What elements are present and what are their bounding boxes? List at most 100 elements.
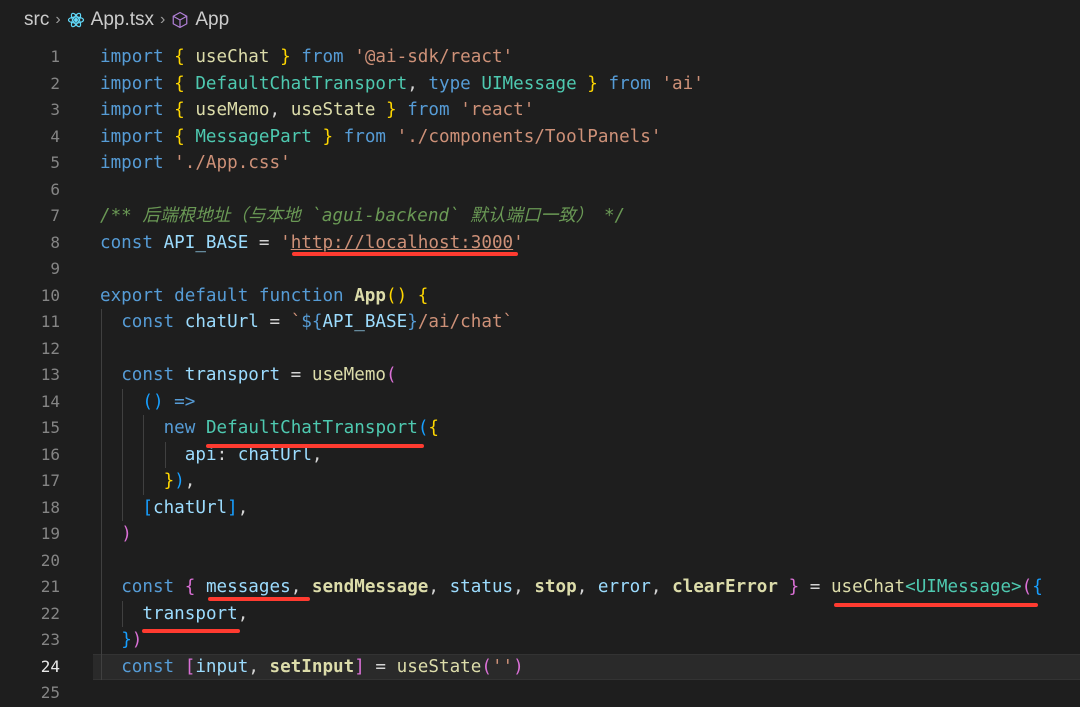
chevron-right-icon: › [160,11,166,28]
annotation-underline [292,252,518,256]
code-text[interactable]: }) [121,627,142,654]
line-number[interactable]: 6 [0,177,60,204]
code-text[interactable]: const chatUrl = `${API_BASE}/ai/chat` [121,309,513,336]
code-line[interactable]: 25 [0,680,1080,707]
code-text[interactable]: const [input, setInput] = useState('') [121,654,524,681]
code-token: sendMessage [311,577,429,597]
line-number[interactable]: 8 [0,230,60,257]
code-text[interactable]: new DefaultChatTransport({ [164,415,439,442]
code-token: ) [121,524,132,544]
code-token: ) [131,630,143,650]
line-number[interactable]: 23 [0,627,60,654]
line-number[interactable]: 20 [0,548,60,575]
code-line[interactable]: 6 [0,177,1080,204]
line-number[interactable]: 7 [0,203,60,230]
code-line[interactable]: 14 () => [0,389,1080,416]
code-token: , [248,656,270,677]
line-number[interactable]: 11 [0,309,60,336]
line-number[interactable]: 13 [0,362,60,389]
code-text[interactable]: () => [142,389,195,416]
code-token: ] [354,656,365,677]
line-number[interactable]: 17 [0,468,60,495]
code-line[interactable]: 9 [0,256,1080,283]
line-number[interactable]: 9 [0,256,60,283]
code-token: chatUrl [152,497,228,518]
code-line[interactable]: 19) [0,521,1080,548]
code-line[interactable]: 7 /** 后端根地址（与本地 `agui-backend` 默认端口一致） */ [0,203,1080,230]
code-line[interactable]: 2 import { DefaultChatTransport, type UIM… [0,71,1080,98]
line-number[interactable]: 2 [0,71,60,98]
code-line[interactable]: 8 const API_BASE = 'http://localhost:3000… [0,230,1080,257]
code-text[interactable]: import { useChat } from '@ai-sdk/react' [100,44,513,71]
code-line[interactable]: 15 new DefaultChatTransport({ [0,415,1080,442]
indent-guide [164,441,166,468]
line-number[interactable]: 10 [0,283,60,310]
code-text[interactable]: transport, [142,601,248,628]
breadcrumb-symbol[interactable]: App [195,9,229,31]
line-number[interactable]: 21 [0,574,60,601]
code-line[interactable]: 13 const transport = useMemo( [0,362,1080,389]
line-number[interactable]: 14 [0,389,60,416]
line-number[interactable]: 1 [0,44,60,71]
breadcrumb-file[interactable]: App.tsx [91,9,154,31]
line-number[interactable]: 24 [0,654,60,681]
code-line[interactable]: 21 const { messages, sendMessage, status,… [0,574,1080,601]
code-line[interactable]: 5 import './App.css' [0,150,1080,177]
code-text[interactable]: import { MessagePart } from './component… [100,124,661,151]
code-line[interactable]: 17}), [0,468,1080,495]
code-line[interactable]: 4 import { MessagePart } from './componen… [0,124,1080,151]
code-token: ] [227,497,238,518]
line-number[interactable]: 12 [0,336,60,363]
breadcrumb-folder[interactable]: src [24,9,49,31]
code-line[interactable]: 24 const [input, setInput] = useState('') [0,653,1080,681]
code-text[interactable]: import './App.css' [100,150,291,177]
line-number[interactable]: 16 [0,442,60,469]
code-text[interactable]: const transport = useMemo( [121,362,396,389]
code-token: from [608,73,651,94]
code-text[interactable]: /** 后端根地址（与本地 `agui-backend` 默认端口一致） */ [100,203,625,230]
line-number[interactable]: 22 [0,601,60,628]
code-line[interactable]: 12 [0,336,1080,363]
code-text[interactable]: [chatUrl], [142,495,248,522]
line-number[interactable]: 3 [0,97,60,124]
code-token: , [269,100,291,120]
indent-guide [143,415,145,495]
code-token: ( [481,656,492,677]
code-token: useMemo [311,365,387,385]
line-number[interactable]: 25 [0,680,60,707]
code-text[interactable]: ) [121,521,132,548]
line-number[interactable]: 4 [0,124,60,151]
code-token: } [269,47,291,67]
code-text[interactable]: }), [164,468,196,495]
code-line[interactable]: 1 import { useChat } from '@ai-sdk/react' [0,44,1080,71]
code-line[interactable]: 20 [0,548,1080,575]
code-text[interactable]: export default function App() { [100,283,428,310]
code-token: http://localhost:3000 [290,232,514,253]
code-token: ` [290,312,302,332]
code-token: , [650,577,673,597]
code-line[interactable]: 10 export default function App() { [0,283,1080,310]
code-token: = [258,312,291,332]
code-line[interactable]: 16 api: chatUrl, [0,442,1080,469]
code-text[interactable]: import { DefaultChatTransport, type UIMe… [100,71,704,98]
code-token: { [174,73,196,94]
code-token: DefaultChatTransport [195,73,408,94]
line-number[interactable]: 18 [0,495,60,522]
code-token: = [799,577,831,597]
code-line[interactable]: 11 const chatUrl = `${API_BASE}/ai/chat` [0,309,1080,336]
code-token: () [142,391,164,412]
code-token: '@ai-sdk/react' [354,47,514,67]
code-text[interactable]: import { useMemo, useState } from 'react… [100,97,534,124]
line-number[interactable]: 5 [0,150,60,177]
code-token: ${ [301,312,323,332]
code-line[interactable]: 3 import { useMemo, useState } from 'reac… [0,97,1080,124]
line-number[interactable]: 19 [0,521,60,548]
line-number[interactable]: 15 [0,415,60,442]
code-line[interactable]: 18 [chatUrl], [0,495,1080,522]
code-token: [ [142,497,153,518]
annotation-underline [142,629,240,633]
